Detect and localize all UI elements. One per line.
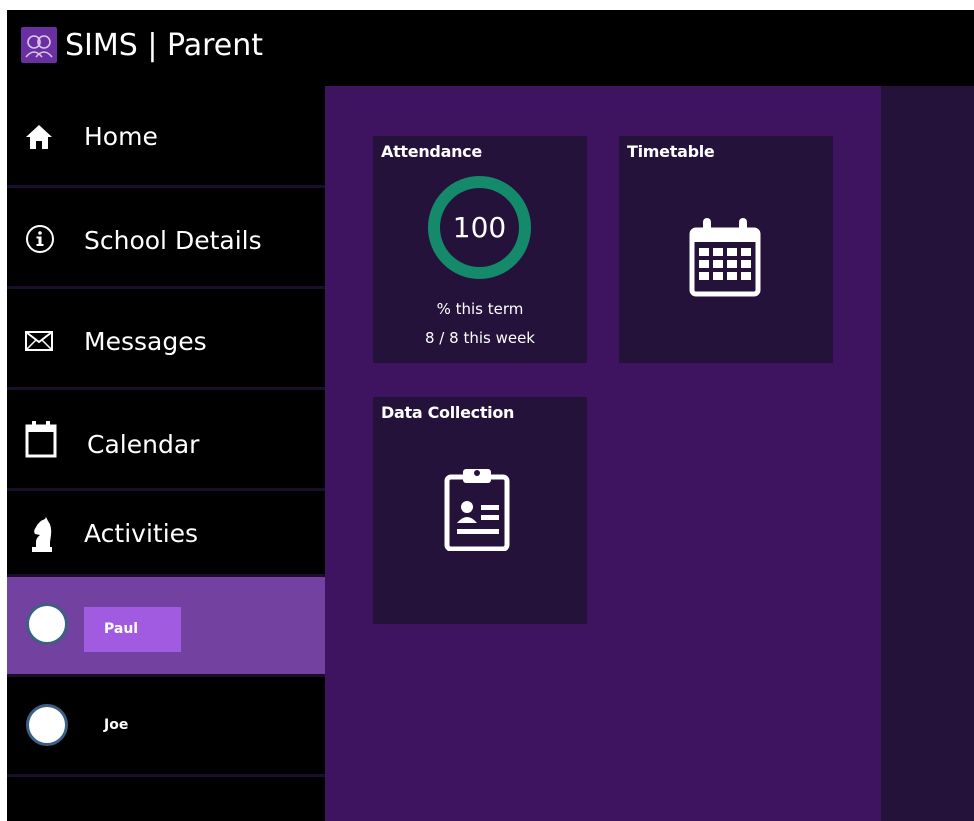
sidebar-item-label: Calendar (87, 430, 200, 459)
data-collection-tile[interactable]: Data Collection (373, 397, 587, 624)
attendance-tile[interactable]: Attendance 100 % this term 8 / 8 this we… (373, 136, 587, 363)
app-title: SIMS | Parent (65, 28, 264, 63)
sidebar-item-label: Home (84, 122, 158, 151)
avatar (26, 603, 68, 645)
app-window: SIMS | Parent Home School Details Messag… (7, 10, 974, 821)
sidebar-item-label: Messages (84, 327, 207, 356)
info-icon (25, 224, 55, 258)
child-item-joe[interactable]: Joe (7, 677, 325, 777)
attendance-week-label: 8 / 8 this week (425, 329, 535, 347)
envelope-icon (25, 331, 53, 355)
top-bar: SIMS | Parent (7, 10, 974, 86)
sidebar-item-label: Activities (84, 519, 199, 548)
home-icon (25, 124, 53, 154)
sidebar-item-calendar[interactable]: Calendar (7, 390, 325, 491)
chess-knight-icon (31, 517, 53, 557)
child-name: Paul (84, 607, 181, 652)
attendance-ring: 100 (428, 176, 531, 279)
sidebar-item-school-details[interactable]: School Details (7, 188, 325, 289)
sidebar-item-label: School Details (84, 226, 262, 255)
sidebar: Home School Details Messages Calendar Ac… (7, 86, 325, 821)
dashboard-main: Attendance 100 % this term 8 / 8 this we… (325, 86, 881, 821)
sims-logo-icon (21, 27, 57, 63)
tile-title: Data Collection (381, 403, 515, 422)
attendance-percentage: 100 (452, 211, 507, 244)
attendance-term-label: % this term (436, 300, 524, 318)
sidebar-item-home[interactable]: Home (7, 86, 325, 188)
child-item-paul[interactable]: Paul (7, 577, 325, 677)
calendar-icon (25, 420, 57, 462)
sidebar-item-messages[interactable]: Messages (7, 289, 325, 390)
tile-title: Attendance (381, 142, 482, 161)
timetable-tile[interactable]: Timetable (619, 136, 833, 363)
timetable-calendar-icon (689, 216, 761, 302)
tile-title: Timetable (627, 142, 715, 161)
avatar (26, 704, 68, 746)
sidebar-item-activities[interactable]: Activities (7, 491, 325, 577)
clipboard-icon (443, 465, 511, 555)
right-panel (881, 86, 974, 821)
child-name: Joe (104, 717, 129, 733)
